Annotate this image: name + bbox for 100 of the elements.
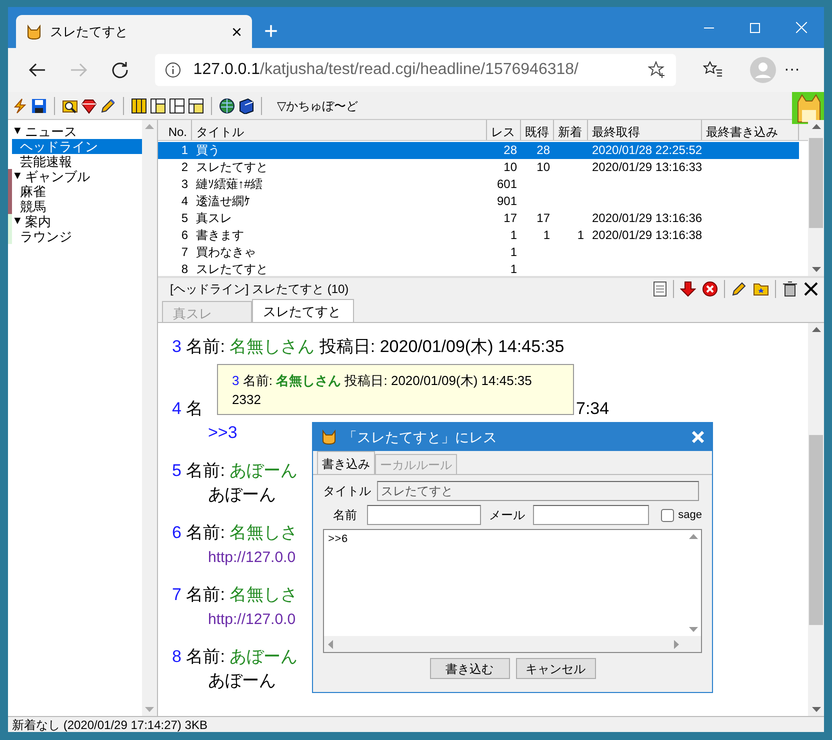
address-field[interactable]: 127.0.0.1/katjusha/test/read.cgi/headline/1576946318/ bbox=[155, 54, 676, 86]
dialog-title: 「スレたてすと」にレス bbox=[343, 428, 498, 446]
thread-row[interactable]: 5 真スレ 17 17 2020/01/29 13:16:36 bbox=[158, 210, 799, 227]
field-label: メール bbox=[489, 507, 526, 524]
tree-item[interactable]: ヘッドライン bbox=[12, 139, 142, 154]
post-date: 投稿日: 2020/01/09(木) 14:45:35 bbox=[344, 373, 532, 388]
post-number[interactable]: 4 bbox=[172, 399, 182, 418]
layout-icon[interactable] bbox=[150, 98, 166, 114]
back-icon[interactable] bbox=[28, 62, 46, 78]
column-header[interactable]: No. bbox=[158, 120, 192, 140]
close-tab-button[interactable]: × bbox=[231, 22, 242, 40]
tree-group[interactable]: ギャンブル bbox=[25, 169, 90, 184]
gem-icon[interactable] bbox=[81, 98, 97, 114]
column-header[interactable]: 最終書き込み bbox=[702, 120, 799, 140]
scroll-up-icon[interactable] bbox=[812, 327, 820, 332]
star-add-icon[interactable] bbox=[648, 61, 666, 79]
favorites-icon[interactable] bbox=[703, 61, 724, 79]
scroll-up-icon[interactable] bbox=[688, 534, 698, 539]
post-number[interactable]: 3 bbox=[172, 337, 182, 356]
sage-checkbox[interactable] bbox=[661, 508, 674, 522]
more-button[interactable]: ··· bbox=[784, 62, 800, 78]
dialog-button[interactable]: キャンセル bbox=[516, 658, 596, 679]
thread-row[interactable]: 1 買う 28 28 2020/01/28 22:25:52 bbox=[158, 142, 799, 159]
scrollbar[interactable] bbox=[808, 323, 824, 716]
layout-icon[interactable] bbox=[169, 98, 185, 114]
post-number[interactable]: 7 bbox=[172, 585, 182, 604]
thread-row[interactable]: 2 スレたてすと 10 10 2020/01/29 13:16:33 bbox=[158, 159, 799, 176]
scrollbar-thumb[interactable] bbox=[809, 138, 823, 228]
thread-row[interactable]: 3 縺ｿ繧薙↑#繧 601 bbox=[158, 176, 799, 193]
columns-icon[interactable] bbox=[131, 98, 147, 114]
post-body: あぼーん bbox=[208, 670, 276, 692]
name-label: 名 bbox=[186, 399, 204, 418]
thread-row[interactable]: 8 スレたてすと 1 bbox=[158, 261, 799, 278]
trash-icon[interactable] bbox=[782, 281, 798, 297]
tree-group[interactable]: 案内 bbox=[25, 214, 51, 229]
maximize-icon[interactable] bbox=[750, 22, 760, 32]
thread-row[interactable]: 4 逶溘せ繝ｹ 901 bbox=[158, 193, 799, 210]
document-icon[interactable] bbox=[653, 281, 667, 297]
folder-icon[interactable] bbox=[753, 281, 769, 297]
column-header[interactable]: 既得 bbox=[521, 120, 554, 140]
checkbox-label: sage bbox=[678, 508, 702, 523]
close-icon[interactable] bbox=[804, 282, 818, 296]
expand-toggle[interactable]: ▼ bbox=[12, 169, 25, 184]
down-arrow-icon[interactable] bbox=[680, 281, 696, 297]
tree-item[interactable]: 競馬 bbox=[12, 199, 142, 214]
message-field[interactable]: >>6 bbox=[323, 529, 702, 653]
board-menu-button[interactable]: ▽かちゅぼ〜ど bbox=[277, 100, 358, 112]
pencil-icon[interactable] bbox=[731, 281, 747, 297]
name-label: 名前: bbox=[242, 373, 272, 388]
name-field[interactable] bbox=[367, 505, 482, 525]
tree-item[interactable]: 芸能速報 bbox=[12, 154, 142, 169]
lightning-icon[interactable] bbox=[12, 98, 28, 114]
field-label: 名前 bbox=[332, 507, 358, 524]
info-icon bbox=[165, 62, 182, 78]
refresh-icon[interactable] bbox=[111, 61, 130, 79]
scrollbar-thumb[interactable] bbox=[809, 435, 823, 625]
url-link[interactable]: http://127.0.0 bbox=[208, 609, 296, 631]
reply-link[interactable]: >>3 bbox=[208, 422, 238, 444]
post-number[interactable]: 5 bbox=[172, 461, 182, 480]
field-label: タイトル bbox=[323, 483, 372, 500]
thread-tab[interactable]: スレたてすと bbox=[252, 299, 354, 322]
post-number[interactable]: 6 bbox=[172, 523, 182, 542]
cat-icon bbox=[321, 429, 337, 445]
expand-toggle[interactable]: ▼ bbox=[12, 214, 25, 229]
pencil-icon[interactable] bbox=[100, 98, 116, 114]
column-header[interactable]: 最終取得 bbox=[588, 120, 702, 140]
tree-item[interactable]: 麻雀 bbox=[12, 184, 142, 199]
layout-icon[interactable] bbox=[188, 98, 204, 114]
dialog-tab[interactable]: 書き込み bbox=[317, 451, 375, 474]
name-label: 名前: bbox=[186, 337, 225, 356]
column-header[interactable]: 新着 bbox=[554, 120, 588, 140]
scroll-down-icon[interactable] bbox=[688, 627, 698, 632]
post-number[interactable]: 8 bbox=[172, 647, 182, 666]
tab-title: スレたてすと bbox=[50, 22, 129, 41]
thread-row[interactable]: 6 書きます 1 1 1 2020/01/29 13:16:38 bbox=[158, 227, 799, 244]
tree-group[interactable]: ニュース bbox=[25, 124, 77, 139]
search-icon[interactable] bbox=[62, 98, 78, 114]
scroll-down-icon[interactable] bbox=[812, 267, 820, 272]
browser-tab[interactable]: スレたてすと × bbox=[16, 15, 252, 48]
column-header[interactable]: レス bbox=[487, 120, 521, 140]
book-icon[interactable] bbox=[238, 98, 254, 114]
globe-icon[interactable] bbox=[219, 98, 235, 114]
scrollbar[interactable] bbox=[808, 120, 824, 276]
scroll-down-icon[interactable] bbox=[812, 707, 820, 712]
tree-item[interactable]: ラウンジ bbox=[12, 229, 142, 244]
new-tab-button[interactable]: + bbox=[264, 20, 278, 44]
stop-icon[interactable] bbox=[702, 281, 718, 297]
save-icon[interactable] bbox=[31, 98, 47, 114]
cat-icon bbox=[26, 24, 42, 40]
expand-toggle[interactable]: ▼ bbox=[12, 124, 25, 139]
poster-name: 名無しさん bbox=[230, 337, 315, 356]
name-label: 名前: bbox=[186, 585, 225, 604]
post-number: 3 bbox=[232, 373, 240, 388]
url-link[interactable]: http://127.0.0 bbox=[208, 547, 296, 569]
post-date: 投稿日: 2020/01/09(木) 14:45:35 bbox=[319, 337, 564, 356]
poster-name: 名無しさ bbox=[230, 585, 298, 604]
thread-row[interactable]: 7 買わなきゃ 1 bbox=[158, 244, 799, 261]
dialog-button[interactable]: 書き込む bbox=[430, 658, 510, 679]
column-header[interactable]: タイトル bbox=[192, 120, 487, 140]
mail-field[interactable] bbox=[533, 505, 650, 525]
